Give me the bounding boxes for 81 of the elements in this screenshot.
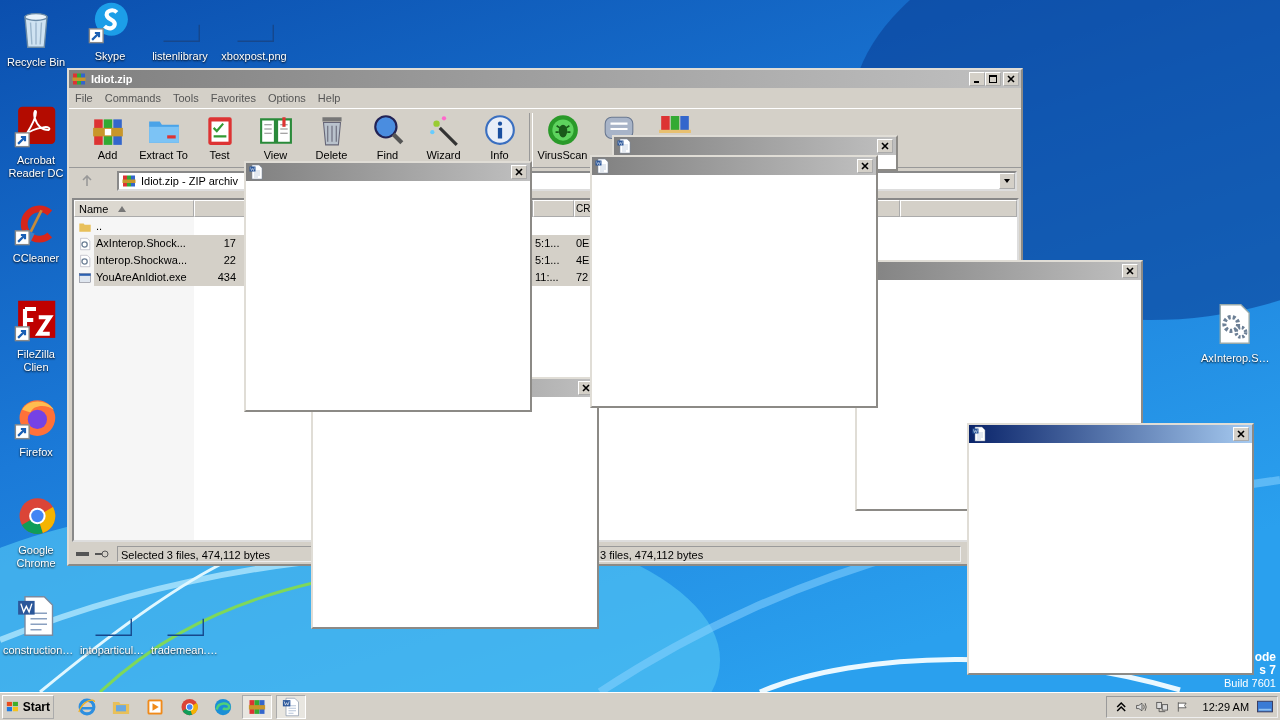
chevron-icon[interactable]	[1115, 699, 1128, 714]
books-icon	[657, 116, 692, 133]
icon-label: FileZilla Clien	[16, 348, 56, 374]
document-icon	[971, 426, 987, 442]
menu-item[interactable]: Favorites	[210, 92, 256, 104]
caret-icon	[1003, 177, 1011, 185]
gear-file-icon	[78, 236, 92, 251]
menu-item[interactable]: Commands	[104, 92, 161, 104]
file-name[interactable]: ..	[94, 218, 194, 235]
table-cell-text: 22	[222, 253, 237, 268]
menu-item[interactable]: Options	[267, 92, 306, 104]
file-name[interactable]: YouAreAnIdiot.exe	[94, 269, 194, 286]
browser-icon	[179, 696, 199, 717]
close-icon	[881, 142, 889, 150]
document-icon	[281, 696, 301, 717]
table-cell-text: 5:1...	[534, 253, 561, 268]
icon-label: Google Chrome	[15, 544, 57, 570]
bug-icon	[545, 113, 580, 147]
dropdown-button[interactable]	[999, 173, 1015, 189]
key-icon	[94, 550, 110, 558]
column-header[interactable]: Name	[74, 200, 194, 217]
document-icon	[594, 158, 610, 174]
table-cell-text: 11:...	[534, 270, 560, 285]
toolbar-button[interactable]: Extract To	[136, 113, 191, 161]
clock[interactable]: 12:29 AM	[1202, 700, 1250, 713]
icon-label: CCleaner	[11, 252, 61, 265]
table-cell-text: 434	[216, 270, 237, 285]
table-cell-text: 5:1...	[534, 236, 561, 251]
watermark-text: s 7	[1259, 664, 1276, 677]
toolbar-button[interactable]: Add	[80, 113, 135, 161]
icon-label: Firefox	[18, 446, 54, 459]
close-button[interactable]	[1233, 427, 1249, 441]
icon-label: xboxpost.png	[221, 50, 287, 63]
icon-label: Skype	[93, 50, 127, 63]
close-icon	[1007, 75, 1015, 83]
icon-label: Recycle Bin	[5, 56, 67, 69]
window-title: Idiot.zip	[91, 73, 133, 85]
toolbar-button[interactable]: Test	[192, 113, 247, 161]
taskbar-button[interactable]	[242, 694, 272, 719]
close-icon	[861, 162, 869, 170]
icon-label: listenlibrary	[151, 50, 209, 63]
close-icon	[582, 384, 590, 392]
toolbar-button[interactable]: Wizard	[416, 113, 471, 161]
watermark-text: ode	[1254, 651, 1276, 664]
program-icon	[78, 270, 92, 285]
maximize-icon	[989, 75, 997, 83]
close-icon	[1126, 267, 1134, 275]
zigzag-tile-icon[interactable]	[14, 298, 58, 342]
start-button[interactable]: Start	[2, 694, 54, 719]
file-name[interactable]: Interop.Shockwa...	[94, 252, 194, 269]
flag-icon[interactable]	[1176, 699, 1189, 714]
file-name[interactable]: AxInterop.Shock...	[94, 235, 194, 252]
pdf-icon[interactable]	[14, 104, 58, 148]
taskbar-button[interactable]	[276, 694, 306, 719]
icon-label: Acrobat Reader DC	[7, 154, 65, 180]
menu-item[interactable]: File	[75, 92, 93, 104]
icon-label: AxInterop.S…	[1201, 352, 1267, 365]
gear-file-icon	[78, 253, 92, 268]
show-desktop-icon[interactable]	[1257, 699, 1273, 714]
sort-arrow-icon	[118, 205, 127, 212]
menu-item[interactable]: Tools	[173, 92, 199, 104]
menu-item[interactable]: Help	[317, 92, 341, 104]
wave-icon	[213, 696, 233, 717]
globe-icon	[77, 696, 97, 717]
toolbar-button[interactable]: View	[248, 113, 303, 161]
books-icon	[71, 71, 87, 87]
document-icon	[248, 164, 264, 180]
info-icon	[482, 113, 517, 147]
up-arrow-icon	[81, 175, 93, 187]
toolbar-button[interactable]: Find	[360, 113, 415, 161]
watermark-text: Build 7601	[1224, 677, 1276, 690]
toolbar-button[interactable]: Delete	[304, 113, 359, 161]
status-text: 3 files, 474,112 bytes	[596, 546, 961, 562]
table-cell-text: 17	[222, 236, 237, 251]
toolbar-button[interactable]: Info	[472, 113, 527, 161]
close-icon	[1237, 430, 1245, 438]
books-icon	[121, 173, 137, 189]
drive-icon	[75, 550, 91, 558]
network-icon[interactable]	[1155, 699, 1169, 714]
toolbar-button[interactable]: VirusScan	[535, 113, 590, 161]
close-icon	[515, 168, 523, 176]
